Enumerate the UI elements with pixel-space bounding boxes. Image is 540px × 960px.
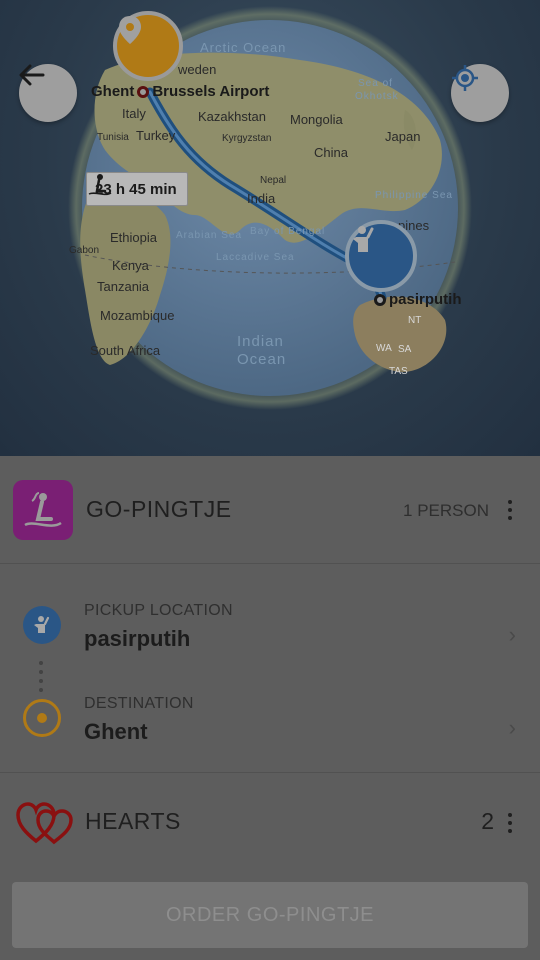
origin-dot-icon xyxy=(137,85,150,98)
map-label-tanzania: Tanzania xyxy=(97,279,150,294)
map-label-tas: TAS xyxy=(389,366,408,377)
hearts-icon xyxy=(16,802,73,845)
hearts-more-icon[interactable] xyxy=(500,808,520,838)
map-label-nepal: Nepal xyxy=(260,175,287,186)
map-label-kazakhstan: Kazakhstan xyxy=(198,109,266,124)
pickup-person-marker[interactable] xyxy=(345,220,417,292)
service-app-icon xyxy=(13,480,73,540)
destination-pin[interactable] xyxy=(113,11,183,81)
destination-value: Ghent xyxy=(84,719,148,744)
person-count[interactable]: 1 PERSON xyxy=(403,501,489,521)
pickup-person-icon xyxy=(23,606,61,644)
travel-time-tag: 23 h 45 min xyxy=(86,172,188,206)
map-label-japan: Japan xyxy=(385,129,421,144)
map-label-kenya: Kenya xyxy=(112,258,149,273)
hearts-count: 2 xyxy=(481,808,494,834)
map-label-sa: SA xyxy=(398,344,412,355)
map-label-ocean: Ocean xyxy=(237,351,287,368)
pickup-caption: PICKUP LOCATION xyxy=(84,602,233,619)
route-section: PICKUP LOCATION pasirputih › DESTINATION… xyxy=(0,564,540,773)
destination-row[interactable]: DESTINATION Ghent › xyxy=(0,685,540,765)
map-label-arabian-sea: Arabian Sea xyxy=(176,230,243,241)
service-name: GO-PINGTJE xyxy=(86,496,232,522)
map-label-indian: Indian xyxy=(237,333,284,350)
hearts-label: HEARTS xyxy=(85,808,181,834)
map-label-sea-of: Sea of xyxy=(358,78,393,89)
booking-panel: GO-PINGTJE 1 PERSON PICKUP LOCATION pasi… xyxy=(0,456,540,960)
map-label-arctic-ocean: Arctic Ocean xyxy=(200,40,287,55)
map-label-south-africa: South Africa xyxy=(90,343,161,358)
map-label-philippine-sea: Philippine Sea xyxy=(375,190,453,201)
destination-target-icon xyxy=(23,699,61,737)
chevron-right-icon: › xyxy=(508,715,516,740)
pickup-location-row[interactable]: PICKUP LOCATION pasirputih › xyxy=(0,592,540,672)
service-row[interactable]: GO-PINGTJE 1 PERSON xyxy=(0,456,540,564)
map-label-bay-of-bengal: Bay of Bengal xyxy=(250,226,326,237)
service-more-icon[interactable] xyxy=(500,495,520,525)
map-label-china: China xyxy=(314,145,348,160)
pickup-dot-icon xyxy=(374,293,386,306)
my-location-button[interactable] xyxy=(451,64,509,122)
origin-label: Ghent xyxy=(91,83,135,100)
airport-label: Brussels Airport xyxy=(152,83,270,100)
destination-caption: DESTINATION xyxy=(84,695,194,712)
map-label-laccadive-sea: Laccadive Sea xyxy=(216,252,295,263)
map-label-nt: NT xyxy=(408,315,422,326)
map-label-sweden: weden xyxy=(178,62,217,77)
map-label-wa: WA xyxy=(376,343,392,354)
hearts-row[interactable]: HEARTS 2 xyxy=(0,773,540,873)
map-label-okhotsk: Okhotsk xyxy=(355,91,399,102)
meditation-icon xyxy=(24,492,62,527)
map-label-turkey: Turkey xyxy=(136,128,176,143)
map-label-mongolia: Mongolia xyxy=(290,112,343,127)
map-view[interactable]: Arctic Ocean Sea of Okhotsk weden Italy … xyxy=(0,0,540,456)
crosshair-icon xyxy=(452,65,478,91)
person-waving-icon xyxy=(353,226,374,252)
map-label-tunisia: Tunisia xyxy=(97,132,129,143)
map-label-kyrgyzstan: Kyrgyzstan xyxy=(222,133,272,144)
pickup-value: pasirputih xyxy=(84,626,191,651)
arrow-left-icon xyxy=(19,64,45,86)
origin-marker: Ghent Brussels Airport xyxy=(91,83,269,100)
meditation-icon xyxy=(88,174,112,196)
map-label-ethiopia: Ethiopia xyxy=(110,230,157,245)
map-label-india: India xyxy=(247,191,276,206)
chevron-right-icon: › xyxy=(508,622,516,647)
pickup-map-label: pasirputih xyxy=(389,291,462,308)
location-pin-icon xyxy=(119,16,141,44)
map-label-gabon: Gabon xyxy=(69,245,100,256)
map-label-italy: Italy xyxy=(122,106,146,121)
back-button[interactable] xyxy=(19,64,77,122)
order-button[interactable]: ORDER GO-PINGTJE xyxy=(12,882,528,948)
pickup-marker: pasirputih xyxy=(374,291,462,308)
map-label-mozambique: Mozambique xyxy=(100,308,175,323)
